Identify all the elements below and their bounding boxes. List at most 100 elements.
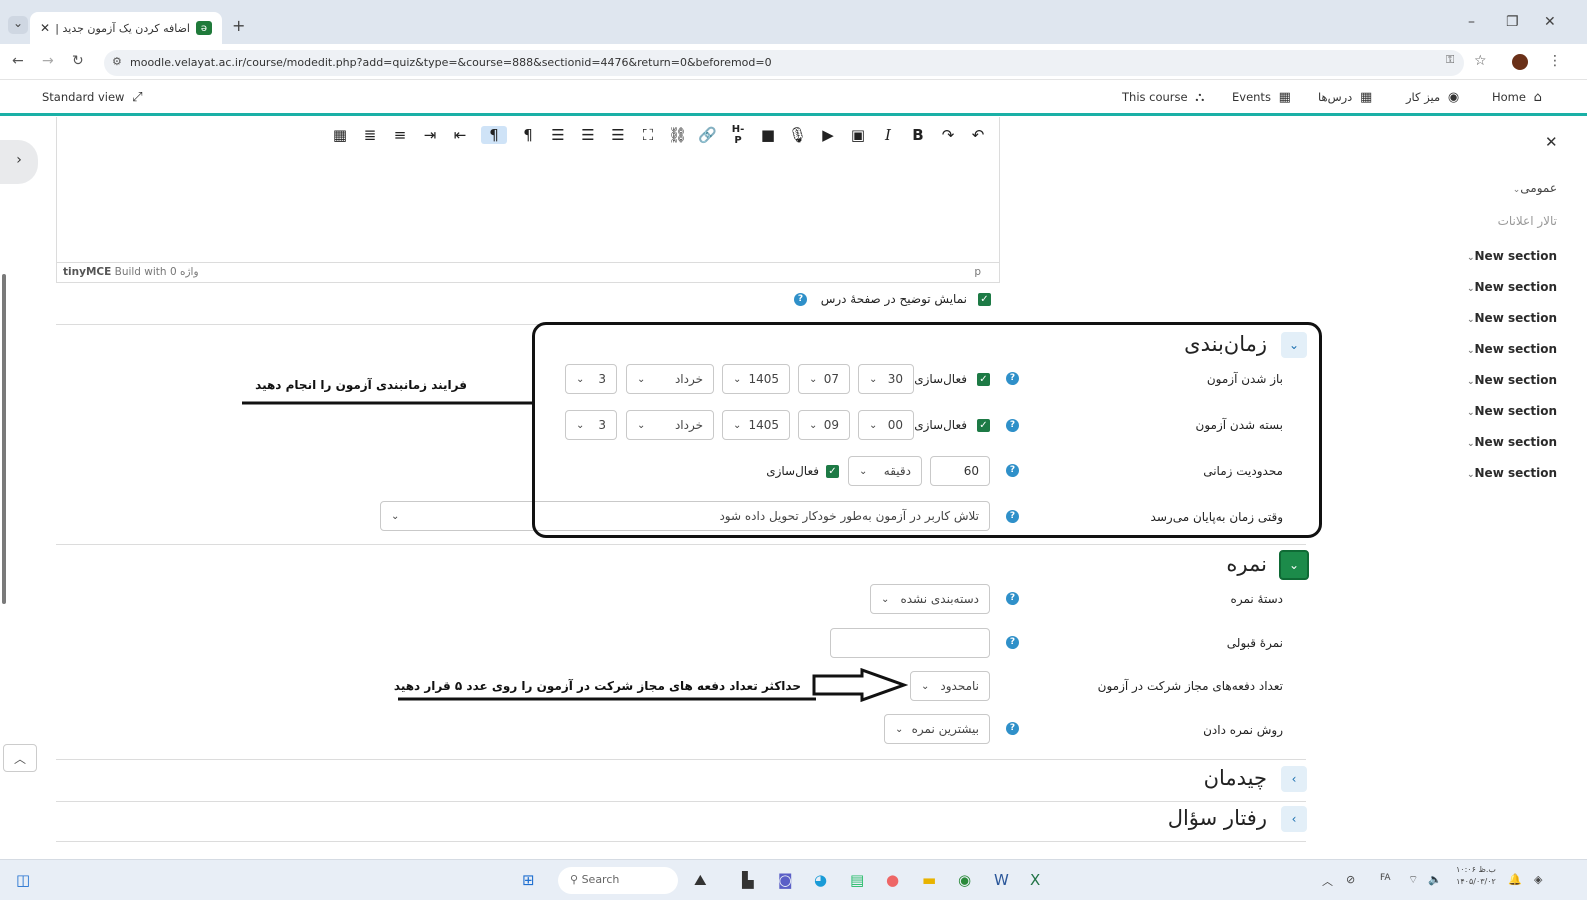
word-icon[interactable]: W xyxy=(994,871,1009,889)
courses-link[interactable]: درس‌ها ▦ xyxy=(1318,90,1372,105)
editor-toolbar: ↶ ↷ B I ▣ ▶ 🎙 ■ H-P 🔗 ⛓ ⛶ ☰ ☰ ☰ ¶ ¶ ⇤ ⇥ … xyxy=(57,117,999,153)
site-info-icon[interactable]: ⚙ xyxy=(112,55,122,68)
events-link[interactable]: Events ▦ xyxy=(1232,90,1291,105)
store-icon[interactable]: ▤ xyxy=(850,871,864,889)
media-icon[interactable]: ▶ xyxy=(819,126,837,144)
redo-icon[interactable]: ↷ xyxy=(939,126,957,144)
ltr-icon[interactable]: ¶ xyxy=(519,126,537,144)
image-icon[interactable]: ▣ xyxy=(849,126,867,144)
course-index-section[interactable]: ⌄New section xyxy=(1463,435,1557,449)
excel-icon[interactable]: X xyxy=(1030,871,1040,889)
help-icon[interactable]: ? xyxy=(1006,636,1019,649)
help-icon[interactable]: ? xyxy=(794,293,807,306)
course-index-section[interactable]: ⌄New section xyxy=(1463,404,1557,418)
numbered-list-icon[interactable]: ≣ xyxy=(361,126,379,144)
h5p-icon[interactable]: H-P xyxy=(729,124,747,146)
rtl-icon[interactable]: ¶ xyxy=(481,126,507,144)
show-description-checkbox[interactable]: ✓ xyxy=(978,293,991,306)
grade-category-select[interactable]: ⌄ دسته‌بندی نشده xyxy=(870,584,990,614)
language-indicator[interactable]: FA xyxy=(1380,873,1391,883)
show-description-label: نمایش توضیح در صفحهٔ درس xyxy=(820,292,967,306)
firefox-icon[interactable]: ● xyxy=(886,871,899,889)
unlink-icon[interactable]: ⛓ xyxy=(668,126,687,144)
help-icon[interactable]: ? xyxy=(1006,722,1019,735)
home-label: Home xyxy=(1492,90,1526,104)
layout-collapse-toggle[interactable]: ‹ xyxy=(1281,766,1307,792)
course-index-section[interactable]: ⌄New section xyxy=(1463,311,1557,325)
open-drawer-button[interactable]: › xyxy=(0,140,38,184)
volume-icon[interactable]: 🔈 xyxy=(1428,873,1442,886)
video-camera-icon[interactable]: ■ xyxy=(759,126,777,144)
outdent-icon[interactable]: ⇤ xyxy=(451,126,469,144)
restore-icon[interactable]: ❐ xyxy=(1506,14,1519,30)
course-index-section[interactable]: ⌄New section xyxy=(1463,249,1557,263)
timing-pointer-line xyxy=(242,401,534,405)
align-left-icon[interactable]: ☰ xyxy=(609,126,627,144)
dashboard-label: میز کار xyxy=(1406,90,1441,104)
course-index-general[interactable]: ⌄عمومی xyxy=(1509,181,1557,195)
tab-search-button[interactable]: ⌄ xyxy=(8,16,28,34)
start-icon[interactable]: ⊞ xyxy=(522,871,535,889)
browser-tab[interactable]: ə اضافه کردن یک آزمون جدید | 888 ✕ xyxy=(30,12,222,44)
wifi-icon[interactable]: ⌔ xyxy=(1408,873,1418,887)
password-key-icon[interactable]: ⚿ xyxy=(1446,53,1454,67)
help-icon[interactable]: ? xyxy=(1006,592,1019,605)
copilot-icon[interactable]: ◈ xyxy=(1534,873,1542,886)
network-icon[interactable]: ⊘ xyxy=(1346,873,1355,886)
url-input[interactable]: ⚙ moodle.velayat.ac.ir/course/modedit.ph… xyxy=(104,50,1464,76)
taskbar-search[interactable]: ⚲ Search xyxy=(558,867,678,894)
page-scrollbar[interactable] xyxy=(2,274,6,604)
course-index-section[interactable]: ⌄New section xyxy=(1463,373,1557,387)
undo-icon[interactable]: ↶ xyxy=(969,126,987,144)
italic-icon[interactable]: I xyxy=(879,126,897,144)
standard-view-button[interactable]: Standard view ⤢ xyxy=(42,90,143,105)
browser-menu-icon[interactable]: ⋮ xyxy=(1548,53,1562,69)
text-editor[interactable]: ↶ ↷ B I ▣ ▶ 🎙 ■ H-P 🔗 ⛓ ⛶ ☰ ☰ ☰ ¶ ¶ ⇤ ⇥ … xyxy=(56,117,1000,283)
microphone-icon[interactable]: 🎙 xyxy=(788,126,807,144)
tray-chevron-icon[interactable]: ︿ xyxy=(1322,873,1333,889)
close-window-icon[interactable]: ✕ xyxy=(1544,14,1556,30)
moodle-favicon-icon: ə xyxy=(196,21,212,35)
folder-icon[interactable]: ▬ xyxy=(922,871,936,889)
pass-grade-input[interactable] xyxy=(830,628,990,658)
edge-icon[interactable]: ◕ xyxy=(814,871,827,889)
question-behaviour-collapse-toggle[interactable]: ‹ xyxy=(1281,806,1307,832)
divider xyxy=(56,801,1306,802)
scroll-to-top-button[interactable]: ︿ xyxy=(3,744,37,772)
align-center-icon[interactable]: ☰ xyxy=(579,126,597,144)
course-index-section[interactable]: ⌄New section xyxy=(1463,466,1557,480)
course-index-announcements[interactable]: تالار اعلانات xyxy=(1498,214,1557,228)
course-index-section[interactable]: ⌄New section xyxy=(1463,280,1557,294)
close-drawer-icon[interactable]: ✕ xyxy=(1545,133,1558,151)
back-icon[interactable]: ← xyxy=(12,53,24,69)
table-icon[interactable]: ▦ xyxy=(331,126,349,144)
fullscreen-icon[interactable]: ⛶ xyxy=(639,126,657,144)
close-tab-icon[interactable]: ✕ xyxy=(40,21,50,35)
widgets-icon[interactable]: ◫ xyxy=(16,871,30,889)
home-link[interactable]: Home ⌂ xyxy=(1492,90,1542,105)
minimize-icon[interactable]: – xyxy=(1468,14,1475,30)
course-index-section[interactable]: ⌄New section xyxy=(1463,342,1557,356)
grading-method-select[interactable]: ⌄ بیشترین نمره xyxy=(884,714,990,744)
attempts-allowed-select[interactable]: ⌄ نامحدود xyxy=(910,671,990,701)
forward-icon[interactable]: → xyxy=(42,53,54,69)
new-tab-icon[interactable]: + xyxy=(232,16,245,35)
align-right-icon[interactable]: ☰ xyxy=(549,126,567,144)
indent-icon[interactable]: ⇥ xyxy=(421,126,439,144)
notification-bell-icon[interactable]: 🔔 xyxy=(1508,873,1522,886)
timing-highlight-box xyxy=(532,322,1322,538)
task-view-icon[interactable]: ▙ xyxy=(742,871,754,889)
profile-avatar[interactable] xyxy=(1512,54,1528,70)
chrome-icon[interactable]: ◉ xyxy=(958,871,971,889)
bullet-list-icon[interactable]: ≡ xyxy=(391,126,409,144)
bold-icon[interactable]: B xyxy=(909,126,927,144)
link-icon[interactable]: 🔗 xyxy=(698,126,717,144)
dashboard-link[interactable]: میز کار ◉ xyxy=(1406,90,1459,105)
reload-icon[interactable]: ↻ xyxy=(72,53,84,69)
bookmark-star-icon[interactable]: ☆ xyxy=(1474,53,1487,69)
this-course-menu[interactable]: This course ⛬ xyxy=(1122,90,1204,105)
app-icon[interactable]: ⛰ xyxy=(694,871,707,889)
grade-collapse-toggle[interactable]: ⌄ xyxy=(1279,550,1309,580)
chat-icon[interactable]: ◙ xyxy=(778,871,793,889)
clock[interactable]: ۱۰:۰۶ ب.ظ ۱۴۰۵/۰۳/۰۲ xyxy=(1456,864,1496,888)
